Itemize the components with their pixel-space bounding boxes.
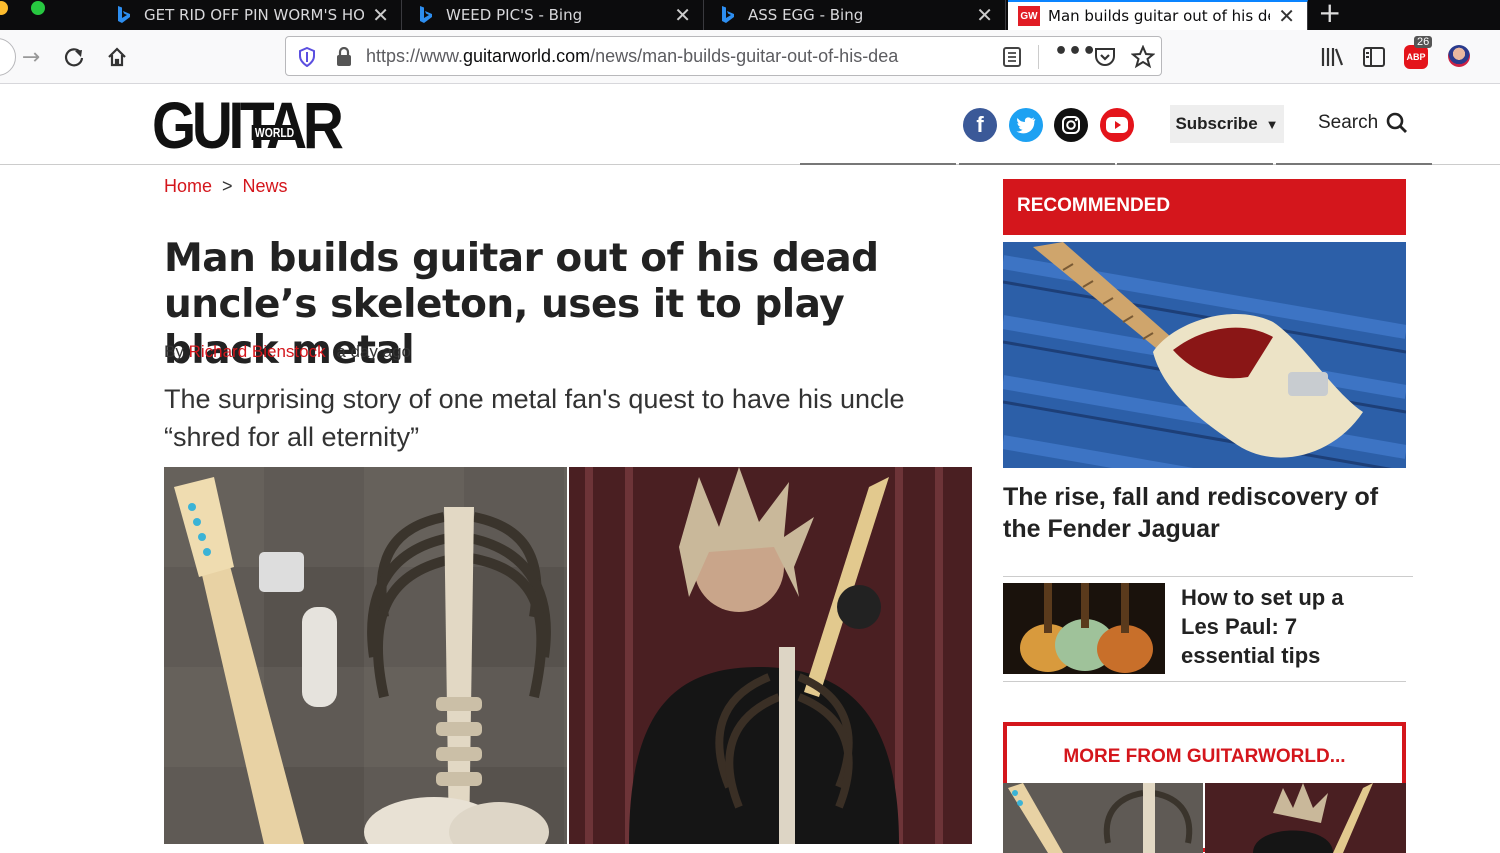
recommended-image-jaguar[interactable] [1003, 242, 1406, 468]
url-bar[interactable]: https://www.guitarworld.com/news/man-bui… [285, 36, 1162, 76]
breadcrumb: Home > News [164, 176, 288, 197]
byline: By Richard Bienstock a day ago [164, 342, 411, 362]
adblock-count-badge: 26 [1414, 36, 1433, 48]
tracking-shield-icon[interactable] [298, 47, 316, 67]
browser-toolbar: → https://www.guitarworld.com/news/man-b… [0, 30, 1500, 84]
page-actions-icon[interactable]: ••• [1054, 39, 1096, 64]
byline-prefix: By [164, 342, 184, 361]
site-header: GUITAR WORLD f Subscribe ▼ Search [0, 85, 1500, 165]
new-tab-plus-icon[interactable]: + [1318, 0, 1341, 29]
reader-view-icon[interactable] [1002, 46, 1022, 68]
subscribe-label: Subscribe [1175, 114, 1258, 133]
header-nav-underline [1276, 163, 1432, 165]
recommended-divider [1003, 681, 1406, 682]
home-icon[interactable] [104, 44, 130, 70]
sidebar-toggle-icon[interactable] [1362, 46, 1386, 68]
breadcrumb-news-link[interactable]: News [243, 176, 288, 196]
adblock-plus-icon[interactable]: ABP [1404, 45, 1428, 69]
tab-pinworm[interactable]: GET RID OFF PIN WORM'S HOW TO ✕ [100, 0, 402, 30]
window-zoom-button[interactable] [31, 1, 45, 15]
youtube-icon[interactable] [1100, 108, 1134, 142]
recommended-image-les-paul[interactable] [1003, 583, 1165, 674]
search-icon [1386, 112, 1408, 133]
recommended-title-link[interactable]: The rise, fall and rediscovery of the Fe… [1003, 481, 1403, 545]
author-link[interactable]: Richard Bienstock [189, 342, 326, 361]
twitter-icon[interactable] [1009, 108, 1043, 142]
tab-title: ASS EGG - Bing [748, 6, 864, 24]
back-button[interactable] [0, 38, 16, 76]
close-icon[interactable]: ✕ [1278, 6, 1295, 26]
recommended-title-link[interactable]: How to set up a Les Paul: 7 essential ti… [1181, 583, 1381, 670]
publish-time: a day ago [336, 342, 412, 361]
close-icon[interactable]: ✕ [372, 5, 389, 25]
logo-subtext: WORLD [251, 125, 298, 140]
search-label: Search [1318, 112, 1379, 133]
tab-guitarworld[interactable]: GW Man builds guitar out of his dead unc… [1008, 0, 1308, 30]
url-divider [1038, 45, 1039, 69]
pocket-icon[interactable] [1094, 46, 1116, 68]
hero-photo-skeleton-parts [164, 467, 567, 844]
header-nav-underline [1117, 163, 1273, 165]
recommended-header: RECOMMENDED [1003, 179, 1406, 235]
lock-icon[interactable] [336, 47, 352, 67]
search-button[interactable]: Search [1318, 112, 1408, 134]
url-text[interactable]: https://www.guitarworld.com/news/man-bui… [366, 46, 956, 67]
bing-icon [722, 6, 734, 23]
more-from-label: MORE FROM GUITARWORLD... [1063, 746, 1346, 767]
window-minimize-button[interactable] [0, 1, 8, 15]
logo-text: GUITAR [152, 88, 344, 162]
bookmark-star-icon[interactable] [1131, 45, 1155, 69]
facebook-icon[interactable]: f [963, 108, 997, 142]
recommended-divider [1003, 576, 1413, 577]
profile-avatar-icon[interactable] [1448, 45, 1470, 67]
close-icon[interactable]: ✕ [674, 5, 691, 25]
breadcrumb-separator: > [222, 176, 233, 196]
close-icon[interactable]: ✕ [976, 5, 993, 25]
hero-photo-skeleton-guitar [569, 467, 972, 844]
article-strapline: The surprising story of one metal fan's … [164, 384, 905, 452]
tab-title: Man builds guitar out of his dead uncle [1048, 7, 1270, 25]
subscribe-button[interactable]: Subscribe ▼ [1170, 105, 1284, 143]
caret-down-icon: ▼ [1265, 116, 1279, 132]
header-nav-underline [959, 163, 1115, 165]
reload-icon[interactable] [61, 44, 87, 70]
header-nav-underline [800, 163, 956, 165]
bing-icon [118, 6, 130, 23]
forward-arrow-icon[interactable]: → [18, 44, 44, 70]
more-thumbnail-skeleton[interactable] [1003, 783, 1406, 853]
library-icon[interactable] [1320, 46, 1344, 68]
guitarworld-favicon-icon: GW [1018, 6, 1040, 26]
browser-tab-bar: GET RID OFF PIN WORM'S HOW TO ✕ WEED PIC… [0, 0, 1500, 30]
instagram-icon[interactable] [1054, 108, 1088, 142]
more-from-guitarworld-box: MORE FROM GUITARWORLD... [1003, 722, 1406, 853]
tab-weed-pics[interactable]: WEED PIC'S - Bing ✕ [402, 0, 704, 30]
tab-title: GET RID OFF PIN WORM'S HOW TO [144, 6, 365, 24]
breadcrumb-home-link[interactable]: Home [164, 176, 212, 196]
tab-ass-egg[interactable]: ASS EGG - Bing ✕ [704, 0, 1006, 30]
bing-icon [420, 6, 432, 23]
tab-title: WEED PIC'S - Bing [446, 6, 583, 24]
